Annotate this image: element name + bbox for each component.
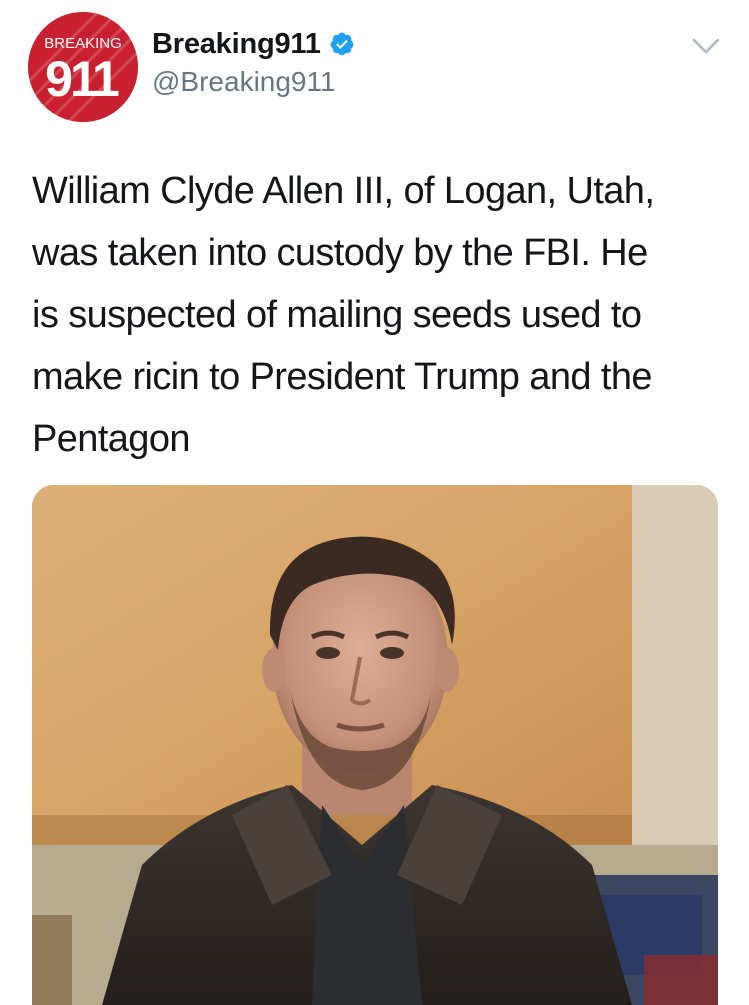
tweet-photo[interactable]: [32, 485, 718, 1005]
display-name[interactable]: Breaking911: [152, 28, 321, 61]
man-portrait-image: [32, 485, 718, 1005]
name-row: Breaking911: [152, 26, 355, 62]
breaking911-logo-icon: BREAKING 911: [28, 12, 138, 122]
verified-badge-icon: [329, 31, 355, 57]
author-block[interactable]: Breaking911 @Breaking911: [152, 26, 355, 98]
chevron-down-icon[interactable]: [690, 34, 722, 58]
handle[interactable]: @Breaking911: [152, 66, 355, 98]
tweet: BREAKING 911 Breaking911 @Breaking911 Wi…: [0, 0, 749, 1005]
logo-text-main: 911: [45, 51, 119, 107]
avatar[interactable]: BREAKING 911: [28, 12, 138, 122]
tweet-text: William Clyde Allen III, of Logan, Utah,…: [32, 170, 655, 460]
logo-text-top: BREAKING: [44, 35, 122, 52]
